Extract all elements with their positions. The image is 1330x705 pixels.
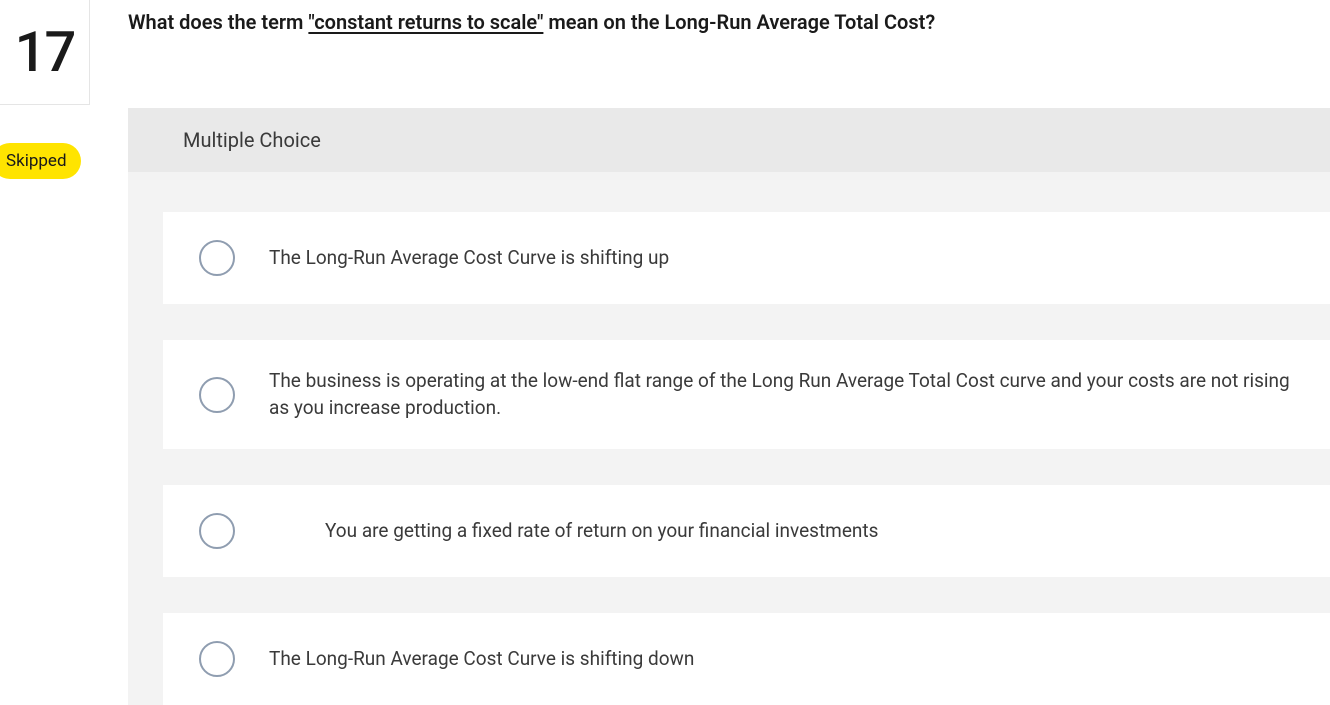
option[interactable]: The business is operating at the low-end…: [163, 340, 1330, 449]
option-text: The Long-Run Average Cost Curve is shift…: [269, 646, 1294, 673]
answer-panel: Multiple Choice The Long-Run Average Cos…: [128, 108, 1330, 705]
question-number: 17: [15, 19, 75, 85]
option-text: The Long-Run Average Cost Curve is shift…: [269, 245, 1294, 272]
radio-icon[interactable]: [199, 240, 235, 276]
options-list: The Long-Run Average Cost Curve is shift…: [128, 172, 1330, 705]
option-text: You are getting a fixed rate of return o…: [269, 518, 1294, 545]
question-text: What does the term "constant returns to …: [128, 8, 1330, 36]
radio-icon[interactable]: [199, 377, 235, 413]
content-area: What does the term "constant returns to …: [128, 8, 1330, 705]
left-column: 17 Skipped: [0, 0, 90, 105]
status-badge: Skipped: [0, 143, 81, 179]
question-text-underlined: "constant returns to scale": [308, 10, 543, 34]
option-text: The business is operating at the low-end…: [269, 368, 1294, 421]
option[interactable]: The Long-Run Average Cost Curve is shift…: [163, 212, 1330, 304]
option[interactable]: The Long-Run Average Cost Curve is shift…: [163, 613, 1330, 705]
question-type-label: Multiple Choice: [128, 108, 1330, 172]
question-number-box: 17: [0, 0, 90, 105]
radio-icon[interactable]: [199, 513, 235, 549]
option[interactable]: You are getting a fixed rate of return o…: [163, 485, 1330, 577]
question-text-after: mean on the Long-Run Average Total Cost?: [543, 10, 935, 34]
question-text-before: What does the term: [128, 10, 308, 34]
radio-icon[interactable]: [199, 641, 235, 677]
